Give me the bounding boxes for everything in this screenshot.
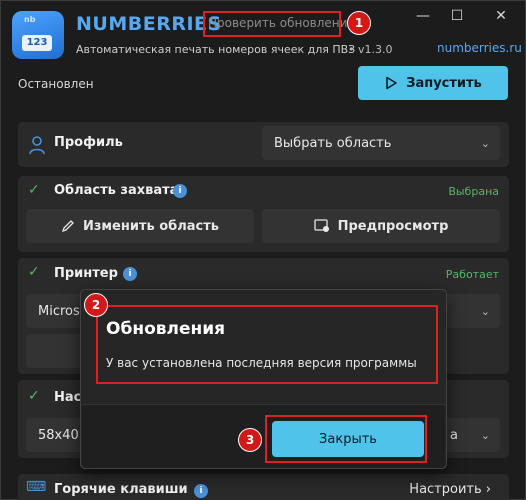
highlight-box: [265, 415, 427, 463]
status-text: Остановлен: [18, 77, 94, 91]
preview-label: Предпросмотр: [337, 218, 449, 234]
profile-select[interactable]: Выбрать область ⌄: [262, 126, 500, 160]
settings-select-value: а: [450, 427, 458, 443]
profile-title: Профиль: [54, 135, 123, 150]
check-icon: ✓: [28, 182, 40, 198]
printer-status: Работает: [445, 268, 499, 281]
hotkeys-configure-button[interactable]: Настроить ›: [409, 482, 491, 497]
profile-section: Профиль Выбрать область ⌄: [18, 122, 509, 167]
play-icon: [386, 76, 398, 90]
pencil-icon: [61, 220, 74, 233]
maximize-button[interactable]: ☐: [445, 6, 469, 26]
preview-button[interactable]: Предпросмотр: [262, 209, 500, 243]
app-version: • v1.3.0: [348, 43, 393, 56]
user-icon: [29, 136, 45, 155]
info-icon[interactable]: i: [173, 184, 187, 198]
hotkeys-title: Горячие клавиши: [54, 482, 188, 497]
capture-title: Область захвата: [54, 183, 179, 198]
edit-area-button[interactable]: Изменить область: [26, 209, 254, 243]
check-icon: ✓: [28, 264, 40, 280]
edit-area-label: Изменить область: [82, 218, 219, 234]
chevron-down-icon: ⌄: [480, 304, 490, 318]
highlight-box: [203, 11, 341, 37]
app-title: NUMBERRIES: [76, 13, 222, 35]
run-button-label: Запустить: [406, 75, 482, 91]
highlight-box: [96, 305, 438, 384]
hotkeys-section: ⌨ Горячие клавиши i Настроить ›: [18, 474, 509, 500]
close-window-button[interactable]: ✕: [489, 6, 513, 26]
logo-counter: 123: [22, 35, 52, 51]
printer-title: Принтер: [54, 266, 118, 281]
capture-section: ✓ Область захвата i Выбрана Изменить обл…: [18, 176, 509, 252]
run-button[interactable]: Запустить: [358, 66, 508, 100]
annotation-marker: 1: [347, 11, 371, 35]
minimize-button[interactable]: —: [411, 6, 435, 26]
app-subtitle: Автоматическая печать номеров ячеек для …: [76, 43, 356, 56]
annotation-marker: 3: [238, 428, 262, 452]
profile-select-value: Выбрать область: [274, 135, 392, 151]
capture-status: Выбрана: [448, 185, 499, 198]
info-icon[interactable]: i: [194, 484, 208, 498]
annotation-marker: 2: [84, 293, 108, 317]
keyboard-icon: ⌨: [26, 479, 47, 495]
app-logo-icon: nb 123: [12, 11, 64, 59]
hotkeys-configure-label: Настроить: [409, 482, 482, 497]
check-icon: ✓: [28, 388, 40, 404]
logo-badge: nb: [24, 15, 36, 24]
chevron-down-icon: ⌄: [480, 136, 490, 150]
chevron-right-icon: ›: [485, 482, 491, 497]
website-link[interactable]: numberries.ru: [437, 41, 522, 55]
chevron-down-icon: ⌄: [480, 428, 490, 442]
info-icon[interactable]: i: [123, 267, 137, 281]
preview-icon: [313, 219, 329, 232]
